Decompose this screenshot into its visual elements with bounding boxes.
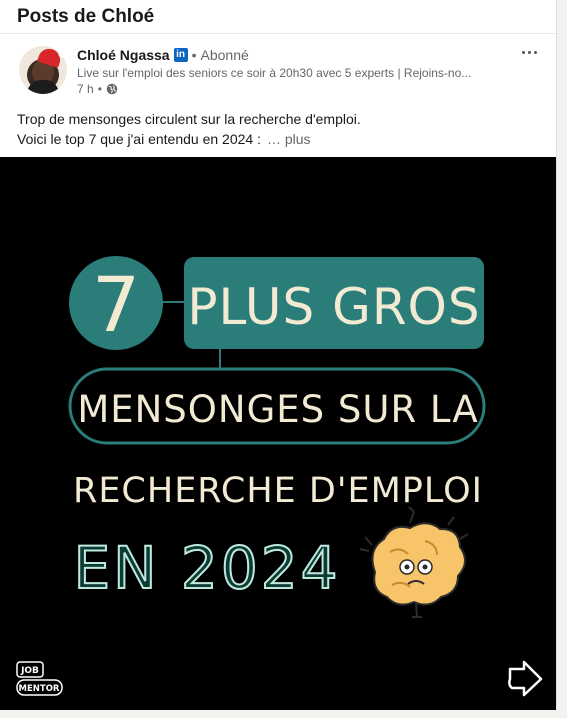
more-dot [521,50,525,54]
post-meta: 7 h • [77,82,118,96]
author-headline: Live sur l'emploi des seniors ce soir à … [77,66,472,80]
author-row: Chloé Ngassa in • Abonné [77,47,249,63]
author-name[interactable]: Chloé Ngassa [77,47,170,63]
logo-top: JOB [20,666,39,676]
image-line-4: EN 2024 [73,534,340,602]
separator-dot: • [191,47,197,63]
post-image[interactable]: 7 PLUS GROS MENSONGES SUR LA RECHERCHE D… [0,157,556,710]
image-number: 7 [92,260,140,349]
follow-status: Abonné [200,47,249,63]
more-dot [533,50,537,54]
image-line-1: PLUS GROS [187,278,480,336]
post-image-graphic: 7 PLUS GROS MENSONGES SUR LA RECHERCHE D… [0,157,556,710]
divider [0,33,556,34]
post-time[interactable]: 7 h [77,82,94,96]
logo-bottom: MENTOR [19,684,60,694]
post-text-line-1: Trop de mensonges circulent sur la reche… [17,111,361,127]
image-line-2: MENSONGES SUR LA [77,388,478,431]
page-title: Posts de Chloé [17,6,155,27]
avatar[interactable] [19,46,67,94]
image-line-3: RECHERCHE D'EMPLOI [73,471,483,511]
post-text-line-2: Voici le top 7 que j'ai entendu en 2024 … [17,131,261,147]
linkedin-badge-icon: in [173,48,188,62]
meta-separator: • [97,82,102,96]
post-text: Trop de mensonges circulent sur la reche… [17,109,361,149]
avatar-body [27,80,59,94]
post-card: Posts de Chloé Chloé Ngassa in • Abonné … [0,0,557,718]
see-more-link[interactable]: … plus [267,131,311,147]
feed-background [0,710,567,718]
more-options-button[interactable] [517,42,541,62]
more-dot [527,50,531,54]
globe-icon [106,83,118,95]
